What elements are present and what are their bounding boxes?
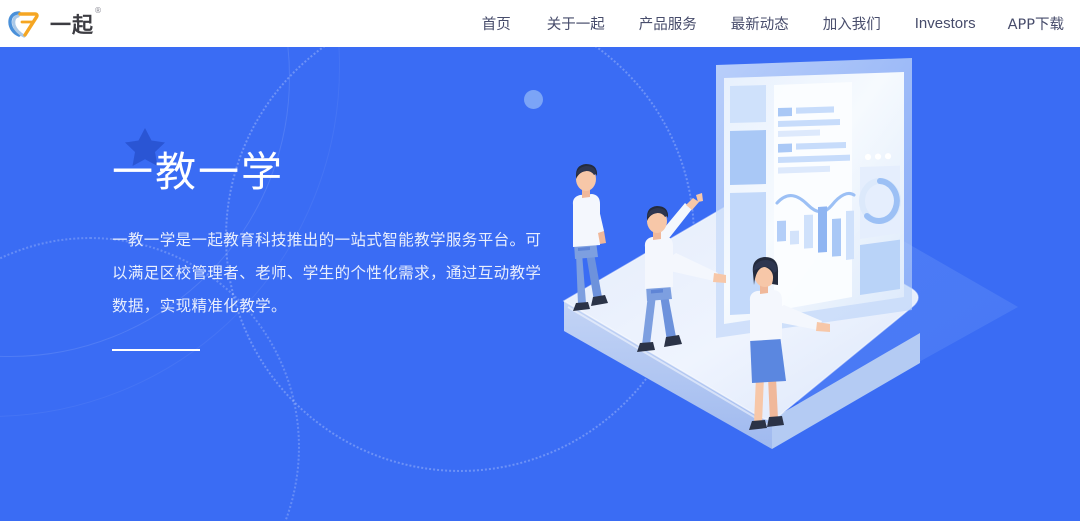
nav-products[interactable]: 产品服务: [637, 9, 699, 38]
site-header: 一起 ® 首页 关于一起 产品服务 最新动态 加入我们 Investors AP…: [0, 0, 1080, 47]
hero-text-block: 一教一学 一教一学是一起教育科技推出的一站式智能教学服务平台。可以满足区校管理者…: [112, 148, 562, 352]
yiqi-logo-mark-icon: [8, 9, 42, 39]
hero-description: 一教一学是一起教育科技推出的一站式智能教学服务平台。可以满足区校管理者、老师、学…: [112, 231, 542, 316]
logo[interactable]: 一起 ®: [8, 6, 102, 39]
registered-trademark-mark: ®: [94, 5, 103, 15]
hero-divider: [112, 349, 200, 352]
isometric-classroom-dashboard-illustration: [520, 47, 1080, 521]
nav-app-download[interactable]: APP下载: [1006, 9, 1066, 38]
window-dots-icon: [864, 153, 892, 161]
dashboard-screen: [716, 58, 912, 338]
nav-news[interactable]: 最新动态: [729, 9, 791, 38]
page-root: 一起 ® 首页 关于一起 产品服务 最新动态 加入我们 Investors AP…: [0, 0, 1080, 521]
nav-investors[interactable]: Investors: [913, 11, 978, 36]
logo-wordmark: 一起 ®: [50, 6, 102, 39]
logo-wordmark-text: 一起: [50, 12, 94, 37]
nav-join-us[interactable]: 加入我们: [821, 9, 883, 38]
hero-banner: 一教一学 一教一学是一起教育科技推出的一站式智能教学服务平台。可以满足区校管理者…: [0, 47, 1080, 521]
nav-home[interactable]: 首页: [480, 9, 513, 38]
page-title: 一教一学: [112, 148, 284, 196]
nav-about[interactable]: 关于一起: [545, 9, 607, 38]
main-navigation: 首页 关于一起 产品服务 最新动态 加入我们 Investors APP下载: [480, 9, 1080, 38]
